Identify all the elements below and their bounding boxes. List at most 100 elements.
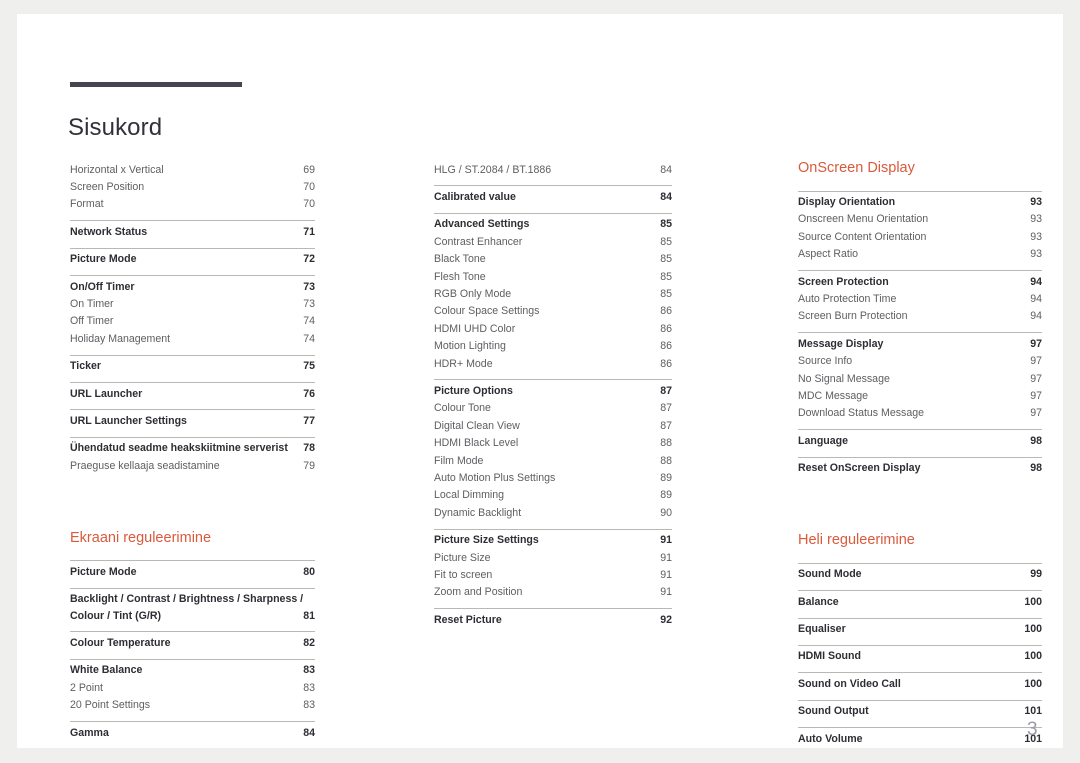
toc-entry[interactable]: Advanced Settings 85 xyxy=(434,216,672,233)
toc-entry[interactable]: Reset Picture 92 xyxy=(434,611,672,628)
toc-entry-page: 86 xyxy=(660,322,672,335)
toc-entry[interactable]: Holiday Management 74 xyxy=(70,330,315,347)
toc-entry-page: 80 xyxy=(303,565,315,578)
toc-entry-page: 93 xyxy=(1030,230,1042,243)
toc-entry[interactable]: HLG / ST.2084 / BT.1886 84 xyxy=(434,161,672,178)
toc-entry-label: Format xyxy=(70,198,104,211)
toc-entry[interactable]: HDMI Black Level 88 xyxy=(434,435,672,452)
toc-entry-label: 20 Point Settings xyxy=(70,699,151,712)
toc-entry[interactable]: Praeguse kellaaja seadistamine 79 xyxy=(70,457,315,474)
toc-group: Sound Output 101 xyxy=(798,699,1042,720)
toc-entry-label: Screen Burn Protection xyxy=(798,310,908,323)
toc-entry[interactable]: Format 70 xyxy=(70,196,315,213)
toc-entry[interactable]: HDMI UHD Color 86 xyxy=(434,320,672,337)
toc-entry-label: HDMI Sound xyxy=(798,650,861,663)
toc-entry[interactable]: Onscreen Menu Orientation 93 xyxy=(798,211,1042,228)
toc-entry[interactable]: Film Mode 88 xyxy=(434,452,672,469)
toc-entry[interactable]: MDC Message 97 xyxy=(798,388,1042,405)
toc-entry[interactable]: Flesh Tone 85 xyxy=(434,268,672,285)
toc-group: URL Launcher 76 xyxy=(70,382,315,402)
toc-entry-label: HDMI Black Level xyxy=(434,437,519,450)
toc-entry[interactable]: Source Info 97 xyxy=(798,353,1042,370)
toc-group: HLG / ST.2084 / BT.1886 84 xyxy=(434,161,672,178)
toc-entry[interactable]: Equaliser 100 xyxy=(798,621,1042,638)
toc-entry-label: Message Display xyxy=(798,337,884,350)
toc-entry[interactable]: Contrast Enhancer 85 xyxy=(434,233,672,250)
toc-entry[interactable]: Ticker 75 xyxy=(70,358,315,375)
toc-entry[interactable]: Gamma 84 xyxy=(70,724,315,741)
toc-entry-label: Display Orientation xyxy=(798,196,896,208)
toc-entry[interactable]: Motion Lighting 86 xyxy=(434,338,672,355)
toc-entry[interactable]: Language 98 xyxy=(798,432,1042,449)
toc-entry-label: Equaliser xyxy=(798,623,846,635)
toc-entry[interactable]: Local Dimming 89 xyxy=(434,487,672,504)
toc-entry[interactable]: 2 Point 83 xyxy=(70,679,315,696)
toc-entry[interactable]: Sound Output 101 xyxy=(798,703,1042,720)
toc-entry[interactable]: On Timer 73 xyxy=(70,295,315,312)
toc-entry[interactable]: Sound Mode 99 xyxy=(798,566,1042,583)
toc-entry[interactable]: Screen Burn Protection 94 xyxy=(798,308,1042,325)
toc-entry[interactable]: Network Status 71 xyxy=(70,223,315,240)
toc-entry[interactable]: Picture Options 87 xyxy=(434,382,672,399)
toc-entry[interactable]: Message Display 97 xyxy=(798,335,1042,352)
toc-entry-label: Praeguse kellaaja seadistamine xyxy=(70,459,220,472)
toc-entry[interactable]: Zoom and Position 91 xyxy=(434,584,672,601)
toc-entry[interactable]: URL Launcher Settings 77 xyxy=(70,412,315,429)
toc-entry[interactable]: Screen Position 70 xyxy=(70,178,315,195)
toc-entry[interactable]: Auto Motion Plus Settings 89 xyxy=(434,470,672,487)
toc-entry[interactable]: Source Content Orientation 93 xyxy=(798,228,1042,245)
toc-entry[interactable]: Picture Mode 72 xyxy=(70,251,315,268)
toc-entry[interactable]: Picture Size Settings 91 xyxy=(434,532,672,549)
toc-entry-page: 86 xyxy=(660,305,672,318)
toc-entry[interactable]: Colour Space Settings 86 xyxy=(434,303,672,320)
toc-group: Sound on Video Call 100 xyxy=(798,672,1042,692)
toc-entry[interactable]: Horizontal x Vertical 69 xyxy=(70,161,315,178)
toc-entry[interactable]: Picture Mode 80 xyxy=(70,563,315,580)
toc-entry[interactable]: Fit to screen 91 xyxy=(434,567,672,584)
toc-entry[interactable]: Reset OnScreen Display 98 xyxy=(798,460,1042,477)
toc-entry[interactable]: URL Launcher 76 xyxy=(70,385,315,402)
toc-entry[interactable]: Aspect Ratio 93 xyxy=(798,246,1042,263)
toc-entry-label: Ticker xyxy=(70,360,102,373)
toc-entry[interactable]: Sound on Video Call 100 xyxy=(798,675,1042,692)
toc-entry[interactable]: Picture Size 91 xyxy=(434,549,672,566)
toc-entry[interactable]: Display Orientation 93 xyxy=(798,194,1042,211)
toc-entry[interactable]: Off Timer 74 xyxy=(70,313,315,330)
toc-entry-page: 92 xyxy=(660,613,672,626)
toc-entry[interactable]: Download Status Message 97 xyxy=(798,405,1042,422)
toc-entry[interactable]: Auto Volume 101 xyxy=(798,730,1042,747)
toc-entry[interactable]: Backlight / Contrast / Brightness / Shar… xyxy=(70,591,315,625)
toc-entry[interactable]: 20 Point Settings 83 xyxy=(70,697,315,714)
toc-entry[interactable]: No Signal Message 97 xyxy=(798,370,1042,387)
toc-entry[interactable]: On/Off Timer 73 xyxy=(70,278,315,295)
toc-entry-page: 70 xyxy=(303,180,315,193)
toc-entry[interactable]: Colour Temperature 82 xyxy=(70,634,315,651)
toc-entry[interactable]: Dynamic Backlight 90 xyxy=(434,504,672,521)
toc-entry-label: HLG / ST.2084 / BT.1886 xyxy=(434,163,552,176)
toc-entry-label: Black Tone xyxy=(434,253,486,266)
toc-entry[interactable]: Digital Clean View 87 xyxy=(434,417,672,434)
toc-entry[interactable]: Balance 100 xyxy=(798,593,1042,610)
toc-group: Message Display 97 Source Info 97 No Signal … xyxy=(798,332,1042,422)
toc-entry-label: Horizontal x Vertical xyxy=(70,163,164,176)
toc-entry-page: 100 xyxy=(1024,623,1042,635)
toc-entry[interactable]: White Balance 83 xyxy=(70,662,315,679)
toc-entry[interactable]: Colour Tone 87 xyxy=(434,400,672,417)
toc-entry[interactable]: RGB Only Mode 85 xyxy=(434,285,672,302)
toc-entry[interactable]: Calibrated value 84 xyxy=(434,188,672,205)
toc-entry[interactable]: HDMI Sound 100 xyxy=(798,648,1042,665)
toc-entry[interactable]: Black Tone 85 xyxy=(434,251,672,268)
toc-entry[interactable]: Auto Protection Time 94 xyxy=(798,291,1042,308)
toc-entry-page: 93 xyxy=(1030,248,1042,261)
toc-entry[interactable]: Ühendatud seadme heakskiitmine serverist… xyxy=(70,440,315,457)
toc-entry[interactable]: HDR+ Mode 86 xyxy=(434,355,672,372)
toc-entry[interactable]: Screen Protection 94 xyxy=(798,273,1042,290)
section-heading: Heli reguleerimine xyxy=(798,532,915,549)
toc-entry-label: Balance xyxy=(798,595,839,608)
toc-entry-page: 72 xyxy=(303,253,315,266)
